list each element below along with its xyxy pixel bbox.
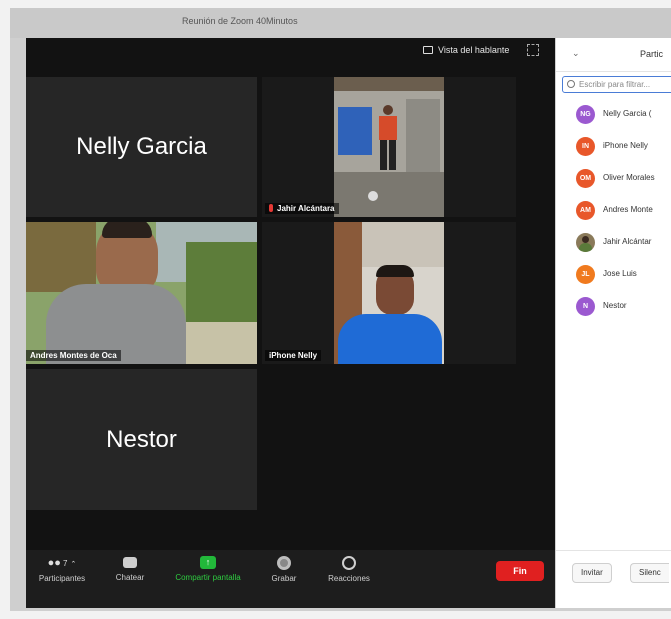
panel-title: Partic [640,49,664,59]
list-item[interactable]: N Nestor [556,296,671,328]
window-title: Reunión de Zoom 40Minutos [182,16,298,26]
avatar [576,233,595,252]
participant-search-input[interactable]: Escribir para filtrar... [562,76,671,93]
list-item[interactable]: Jahir Alcántar [556,232,671,264]
meeting-controls: ●● 7 ⌃ Participantes Chatear ↑ Compartir … [26,550,555,608]
chat-button[interactable]: Chatear [108,556,152,582]
invite-button[interactable]: Invitar [572,563,612,583]
participant-name: iPhone Nelly [603,141,648,150]
participants-icon: ●● 7 ⌃ [47,557,77,569]
participant-name: Andres Monte [603,205,653,214]
list-item[interactable]: IN iPhone Nelly [556,136,671,168]
panel-footer: Invitar Silenc [556,550,671,608]
avatar: NG [576,105,595,124]
reactions-button[interactable]: Reacciones [320,556,378,583]
participant-name: Nelly Garcia ( [603,109,652,118]
avatar: OM [576,169,595,188]
list-item[interactable]: NG Nelly Garcia ( [556,104,671,136]
panel-header: ⌄ Partic [556,38,671,72]
mute-all-button[interactable]: Silenc [630,563,669,583]
participant-name: Jose Luis [603,269,637,278]
title-bar: Reunión de Zoom 40Minutos [10,8,671,38]
avatar: IN [576,137,595,156]
list-item[interactable]: AM Andres Monte [556,200,671,232]
video-tile-jahir[interactable]: Jahir Alcántara [262,77,516,217]
participant-name: Jahir Alcántar [603,237,652,246]
record-button[interactable]: Grabar [264,556,304,583]
list-item[interactable]: JL Jose Luis [556,264,671,296]
participant-name: Nestor [106,425,177,453]
chevron-down-icon[interactable]: ⌄ [572,48,580,59]
smiley-icon [342,556,356,570]
search-icon [567,80,575,88]
video-tile-andres[interactable]: Andres Montes de Oca [26,222,257,364]
participant-label: Andres Montes de Oca [26,350,121,361]
video-feed [334,77,444,217]
avatar: N [576,297,595,316]
record-icon [277,556,291,570]
participant-label: Jahir Alcántara [265,203,339,214]
speaker-view-label: Vista del hablante [438,45,510,55]
participant-name: Nelly Garcia [76,133,207,160]
participants-button[interactable]: ●● 7 ⌃ Participantes [30,556,94,583]
chat-bubble-icon [123,557,137,568]
avatar: JL [576,265,595,284]
participant-name: Oliver Morales [603,173,655,182]
video-tile-nestor[interactable]: Nestor [26,369,257,510]
speaker-view-button[interactable]: Vista del hablante [418,42,515,58]
list-item[interactable]: OM Oliver Morales [556,168,671,200]
speaker-view-icon [423,46,433,54]
participants-panel: ⌄ Partic Escribir para filtrar... NG Nel… [555,38,671,608]
share-screen-icon: ↑ [200,556,216,569]
video-tile-iphone-nelly[interactable]: iPhone Nelly [262,222,516,364]
video-feed [26,222,257,364]
end-meeting-button[interactable]: Fin [496,561,544,581]
participant-label: iPhone Nelly [265,350,322,361]
video-tile-nelly-garcia[interactable]: Nelly Garcia [26,77,257,217]
muted-mic-icon [269,204,273,212]
avatar: AM [576,201,595,220]
fullscreen-icon[interactable] [527,44,539,56]
share-screen-button[interactable]: ↑ Compartir pantalla [164,556,252,582]
video-feed [334,222,444,364]
participant-name: Nestor [603,301,627,310]
participant-list: NG Nelly Garcia ( IN iPhone Nelly OM Oli… [556,104,671,328]
